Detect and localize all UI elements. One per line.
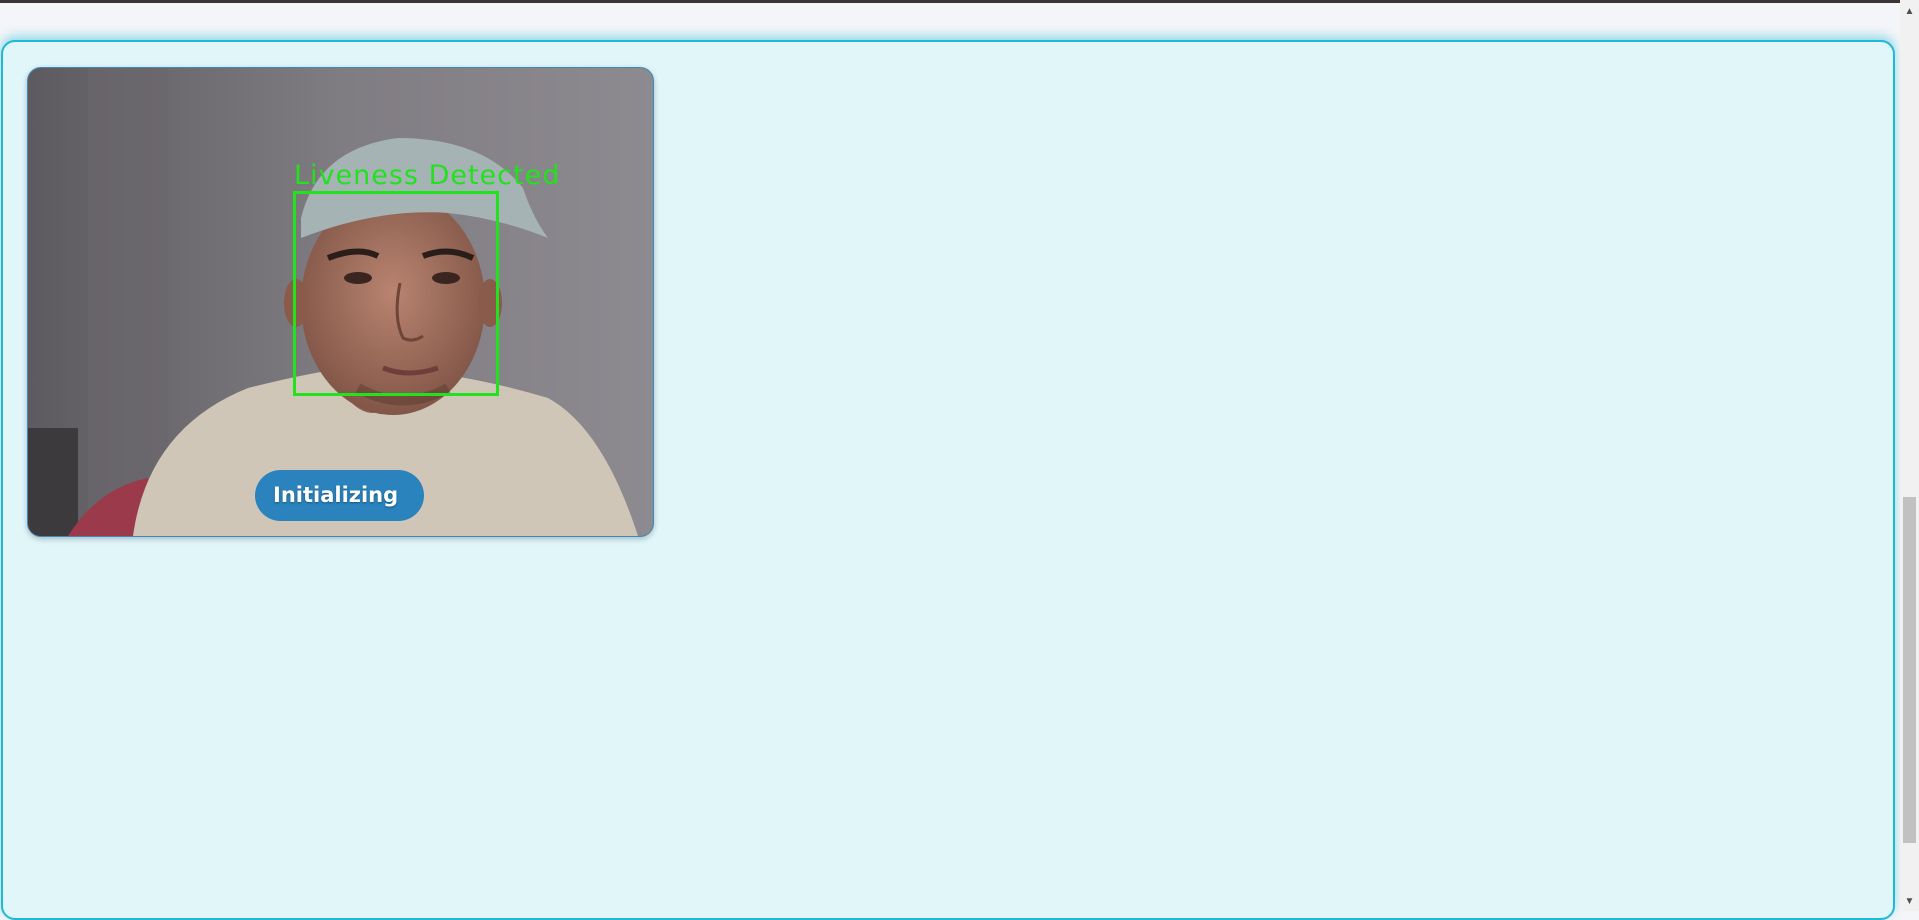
vertical-scrollbar[interactable]: ▲ ▼ [1900, 0, 1919, 911]
status-badge: Initializing [255, 470, 424, 521]
camera-feed: Liveness Detected Initializing [27, 67, 654, 537]
triangle-up-icon[interactable]: ▲ [1900, 3, 1919, 20]
triangle-down-icon[interactable]: ▼ [1900, 893, 1919, 910]
liveness-detected-label: Liveness Detected [294, 160, 561, 191]
browser-top-edge [0, 0, 1919, 3]
face-bounding-box [293, 191, 499, 396]
scrollbar-thumb[interactable] [1903, 497, 1916, 843]
